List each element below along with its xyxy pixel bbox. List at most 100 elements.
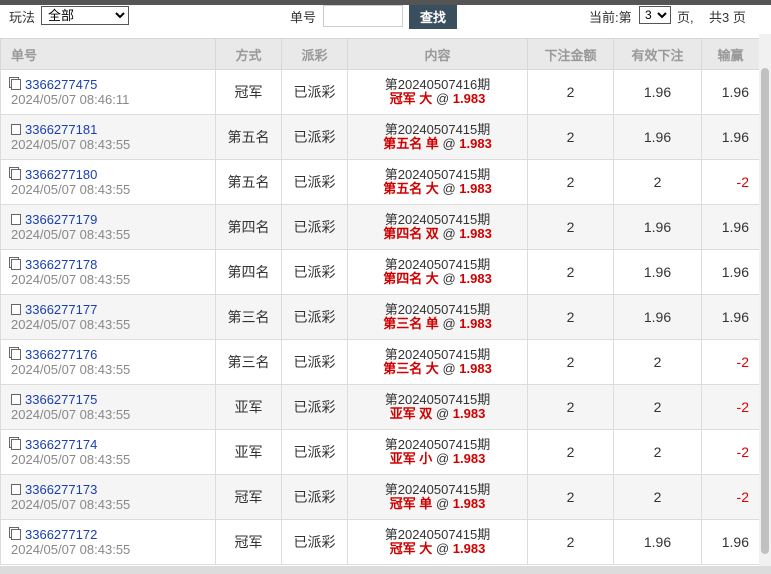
valid-bet-cell: 2	[613, 339, 702, 385]
search-button[interactable]: 查找	[409, 5, 457, 29]
order-cell: 3366277174 2024/05/07 08:43:55	[0, 429, 216, 475]
bet-odds: 1.983	[459, 226, 492, 241]
bet-pick: 第五名 单	[383, 136, 439, 151]
order-id-link[interactable]: 3366277176	[25, 347, 97, 362]
win-loss-cell: 1.96	[701, 294, 760, 340]
document-icon	[9, 167, 21, 180]
table-row: 3366277179 2024/05/07 08:43:55 第四名 已派彩 第…	[0, 204, 760, 250]
win-loss-cell: -2	[701, 339, 760, 385]
bet-odds: 1.983	[452, 496, 486, 511]
header-bet-amount[interactable]: 下注金额	[527, 38, 614, 70]
at-sign: @	[442, 271, 456, 286]
bet-odds: 1.983	[459, 271, 492, 286]
bet-line: 第四名 大 @ 1.983	[348, 272, 527, 286]
order-id-link[interactable]: 3366277174	[25, 437, 97, 452]
order-input[interactable]	[323, 5, 403, 27]
order-id-link[interactable]: 3366277181	[25, 122, 97, 137]
payout-status-cell: 已派彩	[281, 519, 348, 565]
bet-line: 第五名 大 @ 1.983	[348, 182, 527, 196]
order-cell: 3366277173 2024/05/07 08:43:55	[0, 474, 216, 520]
bet-amount-cell: 2	[527, 474, 614, 520]
method-cell: 冠军	[215, 474, 282, 520]
horizontal-scrollbar[interactable]	[0, 566, 771, 574]
valid-bet-cell: 1.96	[613, 249, 702, 295]
method-cell: 亚军	[215, 429, 282, 475]
table-row: 3366277174 2024/05/07 08:43:55 亚军 已派彩 第2…	[0, 429, 760, 475]
order-id-link[interactable]: 3366277175	[25, 392, 97, 407]
content-cell: 第20240507415期 亚军 双 @ 1.983	[347, 384, 528, 430]
order-id-link[interactable]: 3366277179	[25, 212, 97, 227]
bet-amount-cell: 2	[527, 249, 614, 295]
order-time: 2024/05/07 08:43:55	[11, 497, 131, 512]
order-id-link[interactable]: 3366277177	[25, 302, 97, 317]
at-sign: @	[435, 541, 450, 556]
header-payout-status[interactable]: 派彩	[281, 38, 348, 70]
bet-line: 第五名 单 @ 1.983	[348, 137, 527, 151]
period-text: 第20240507415期	[384, 527, 491, 542]
order-cell: 3366277179 2024/05/07 08:43:55	[0, 204, 216, 250]
bet-pick: 冠军 大	[389, 91, 433, 106]
document-icon	[9, 392, 21, 405]
content-cell: 第20240507415期 第四名 大 @ 1.983	[347, 249, 528, 295]
order-id-link[interactable]: 3366277178	[25, 257, 97, 272]
order-label: 单号	[290, 10, 317, 25]
bet-amount-cell: 2	[527, 339, 614, 385]
header-valid-bet[interactable]: 有效下注	[613, 38, 702, 70]
content-cell: 第20240507415期 第五名 大 @ 1.983	[347, 159, 528, 205]
table-row: 3366277177 2024/05/07 08:43:55 第三名 已派彩 第…	[0, 294, 760, 340]
period-text: 第20240507415期	[384, 167, 491, 182]
document-icon	[9, 77, 21, 90]
header-order-id[interactable]: 单号	[0, 38, 216, 70]
order-cell: 3366277176 2024/05/07 08:43:55	[0, 339, 216, 385]
bet-pick: 第五名 大	[383, 181, 439, 196]
order-time: 2024/05/07 08:43:55	[11, 137, 131, 152]
header-win-loss[interactable]: 输赢	[701, 38, 760, 70]
bet-amount-cell: 2	[527, 294, 614, 340]
order-time: 2024/05/07 08:43:55	[11, 362, 131, 377]
win-loss-cell: -2	[701, 384, 760, 430]
valid-bet-cell: 2	[613, 474, 702, 520]
header-method[interactable]: 方式	[215, 38, 282, 70]
content-cell: 第20240507415期 亚军 小 @ 1.983	[347, 429, 528, 475]
win-loss-cell: -2	[701, 159, 760, 205]
play-select[interactable]: 全部	[41, 6, 129, 25]
order-time: 2024/05/07 08:43:55	[11, 452, 131, 467]
order-id-link[interactable]: 3366277173	[25, 482, 97, 497]
win-loss-cell: 1.96	[701, 114, 760, 160]
win-loss-cell: 1.96	[701, 204, 760, 250]
bet-pick: 第三名 单	[383, 316, 439, 331]
at-sign: @	[442, 361, 456, 376]
content-cell: 第20240507415期 冠军 大 @ 1.983	[347, 519, 528, 565]
table-row: 3366277172 2024/05/07 08:43:55 冠军 已派彩 第2…	[0, 519, 760, 565]
table-row: 3366277181 2024/05/07 08:43:55 第五名 已派彩 第…	[0, 114, 760, 160]
order-time: 2024/05/07 08:43:55	[11, 407, 131, 422]
method-cell: 冠军	[215, 69, 282, 115]
page-select[interactable]: 3	[639, 6, 671, 24]
order-id-link[interactable]: 3366277172	[25, 527, 97, 542]
header-content[interactable]: 内容	[347, 38, 528, 70]
method-cell: 冠军	[215, 519, 282, 565]
bet-pick: 亚军 小	[389, 451, 433, 466]
bet-odds: 1.983	[459, 136, 492, 151]
scrollbar-thumb[interactable]	[761, 68, 769, 554]
valid-bet-cell: 1.96	[613, 294, 702, 340]
order-cell: 3366277475 2024/05/07 08:46:11	[0, 69, 216, 115]
bet-amount-cell: 2	[527, 384, 614, 430]
order-id-link[interactable]: 3366277475	[25, 77, 97, 92]
play-label: 玩法	[9, 10, 36, 25]
bet-pick: 第三名 大	[383, 361, 439, 376]
method-cell: 第四名	[215, 249, 282, 295]
bet-pick: 第四名 双	[383, 226, 439, 241]
order-id-link[interactable]: 3366277180	[25, 167, 97, 182]
document-icon	[9, 437, 21, 450]
order-cell: 3366277177 2024/05/07 08:43:55	[0, 294, 216, 340]
at-sign: @	[435, 91, 450, 106]
document-icon	[9, 212, 21, 225]
order-cell: 3366277181 2024/05/07 08:43:55	[0, 114, 216, 160]
order-time: 2024/05/07 08:43:55	[11, 182, 131, 197]
period-text: 第20240507415期	[384, 437, 491, 452]
period-text: 第20240507415期	[384, 392, 491, 407]
content-cell: 第20240507415期 冠军 单 @ 1.983	[347, 474, 528, 520]
order-time: 2024/05/07 08:46:11	[11, 92, 130, 107]
document-icon	[9, 527, 21, 540]
